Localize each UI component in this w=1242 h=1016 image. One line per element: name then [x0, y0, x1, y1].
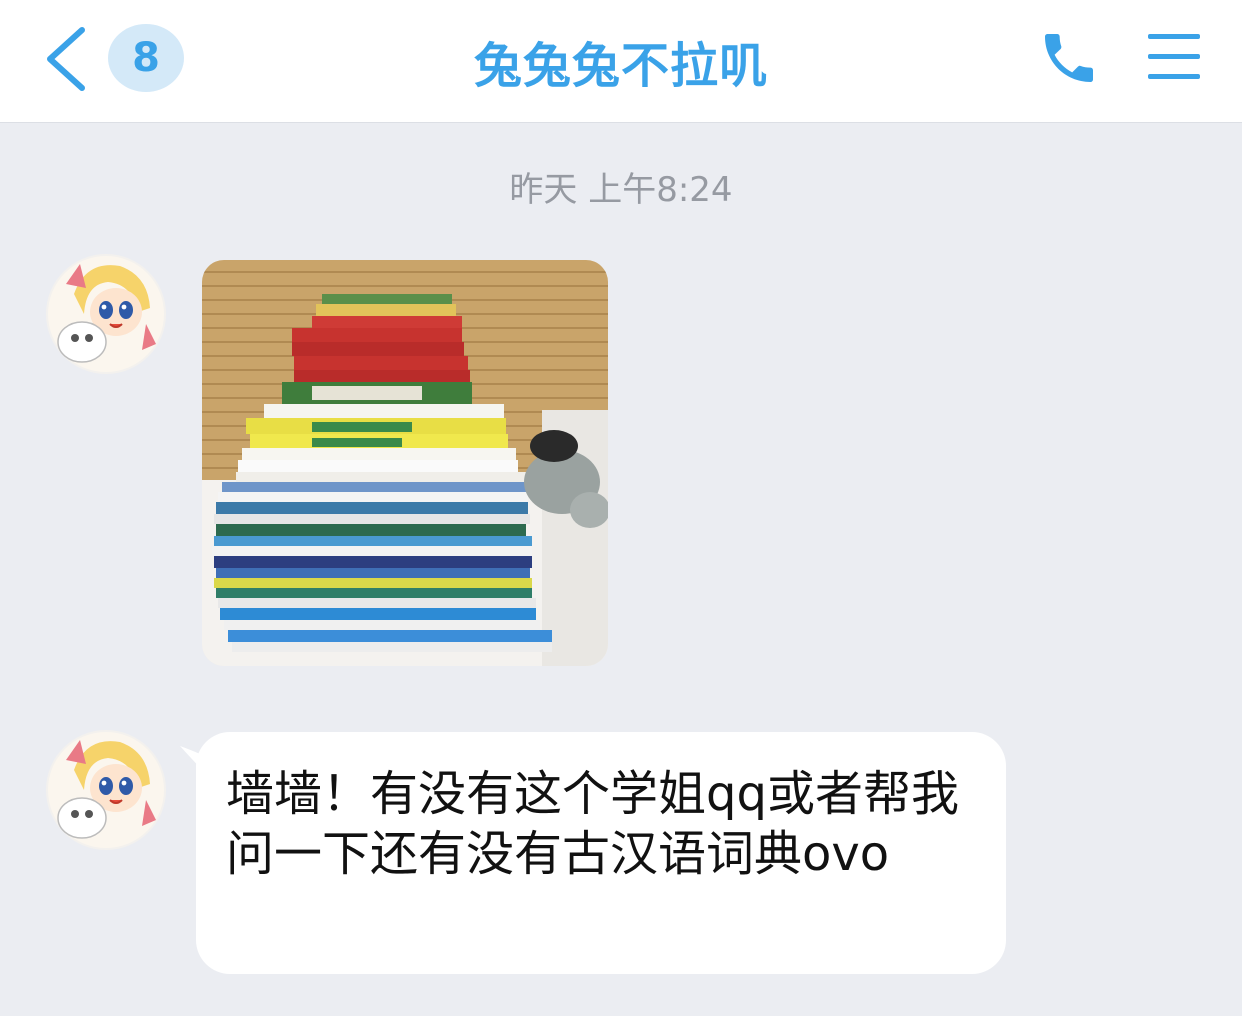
call-button[interactable] [1036, 26, 1102, 90]
message-timestamp: 昨天 上午8:24 [509, 170, 733, 210]
text-message-bubble[interactable]: 墙墙！有没有这个学姐qq或者帮我问一下还有没有古汉语词典ovo [196, 732, 1006, 974]
message-text: 墙墙！有没有这个学姐qq或者帮我问一下还有没有古汉语词典ovo [226, 766, 959, 882]
cartoon-girl-avatar-image [46, 254, 166, 374]
stacked-books-photo [202, 260, 608, 666]
phone-icon [1045, 34, 1093, 82]
menu-button[interactable] [1146, 30, 1202, 84]
menu-icon [1148, 34, 1200, 79]
cartoon-girl-avatar-image [46, 730, 166, 850]
top-bar: 8 兔兔兔不拉叽 [0, 0, 1242, 123]
contact-avatar[interactable] [46, 730, 166, 850]
contact-avatar[interactable] [46, 254, 166, 374]
image-message[interactable] [202, 260, 608, 666]
